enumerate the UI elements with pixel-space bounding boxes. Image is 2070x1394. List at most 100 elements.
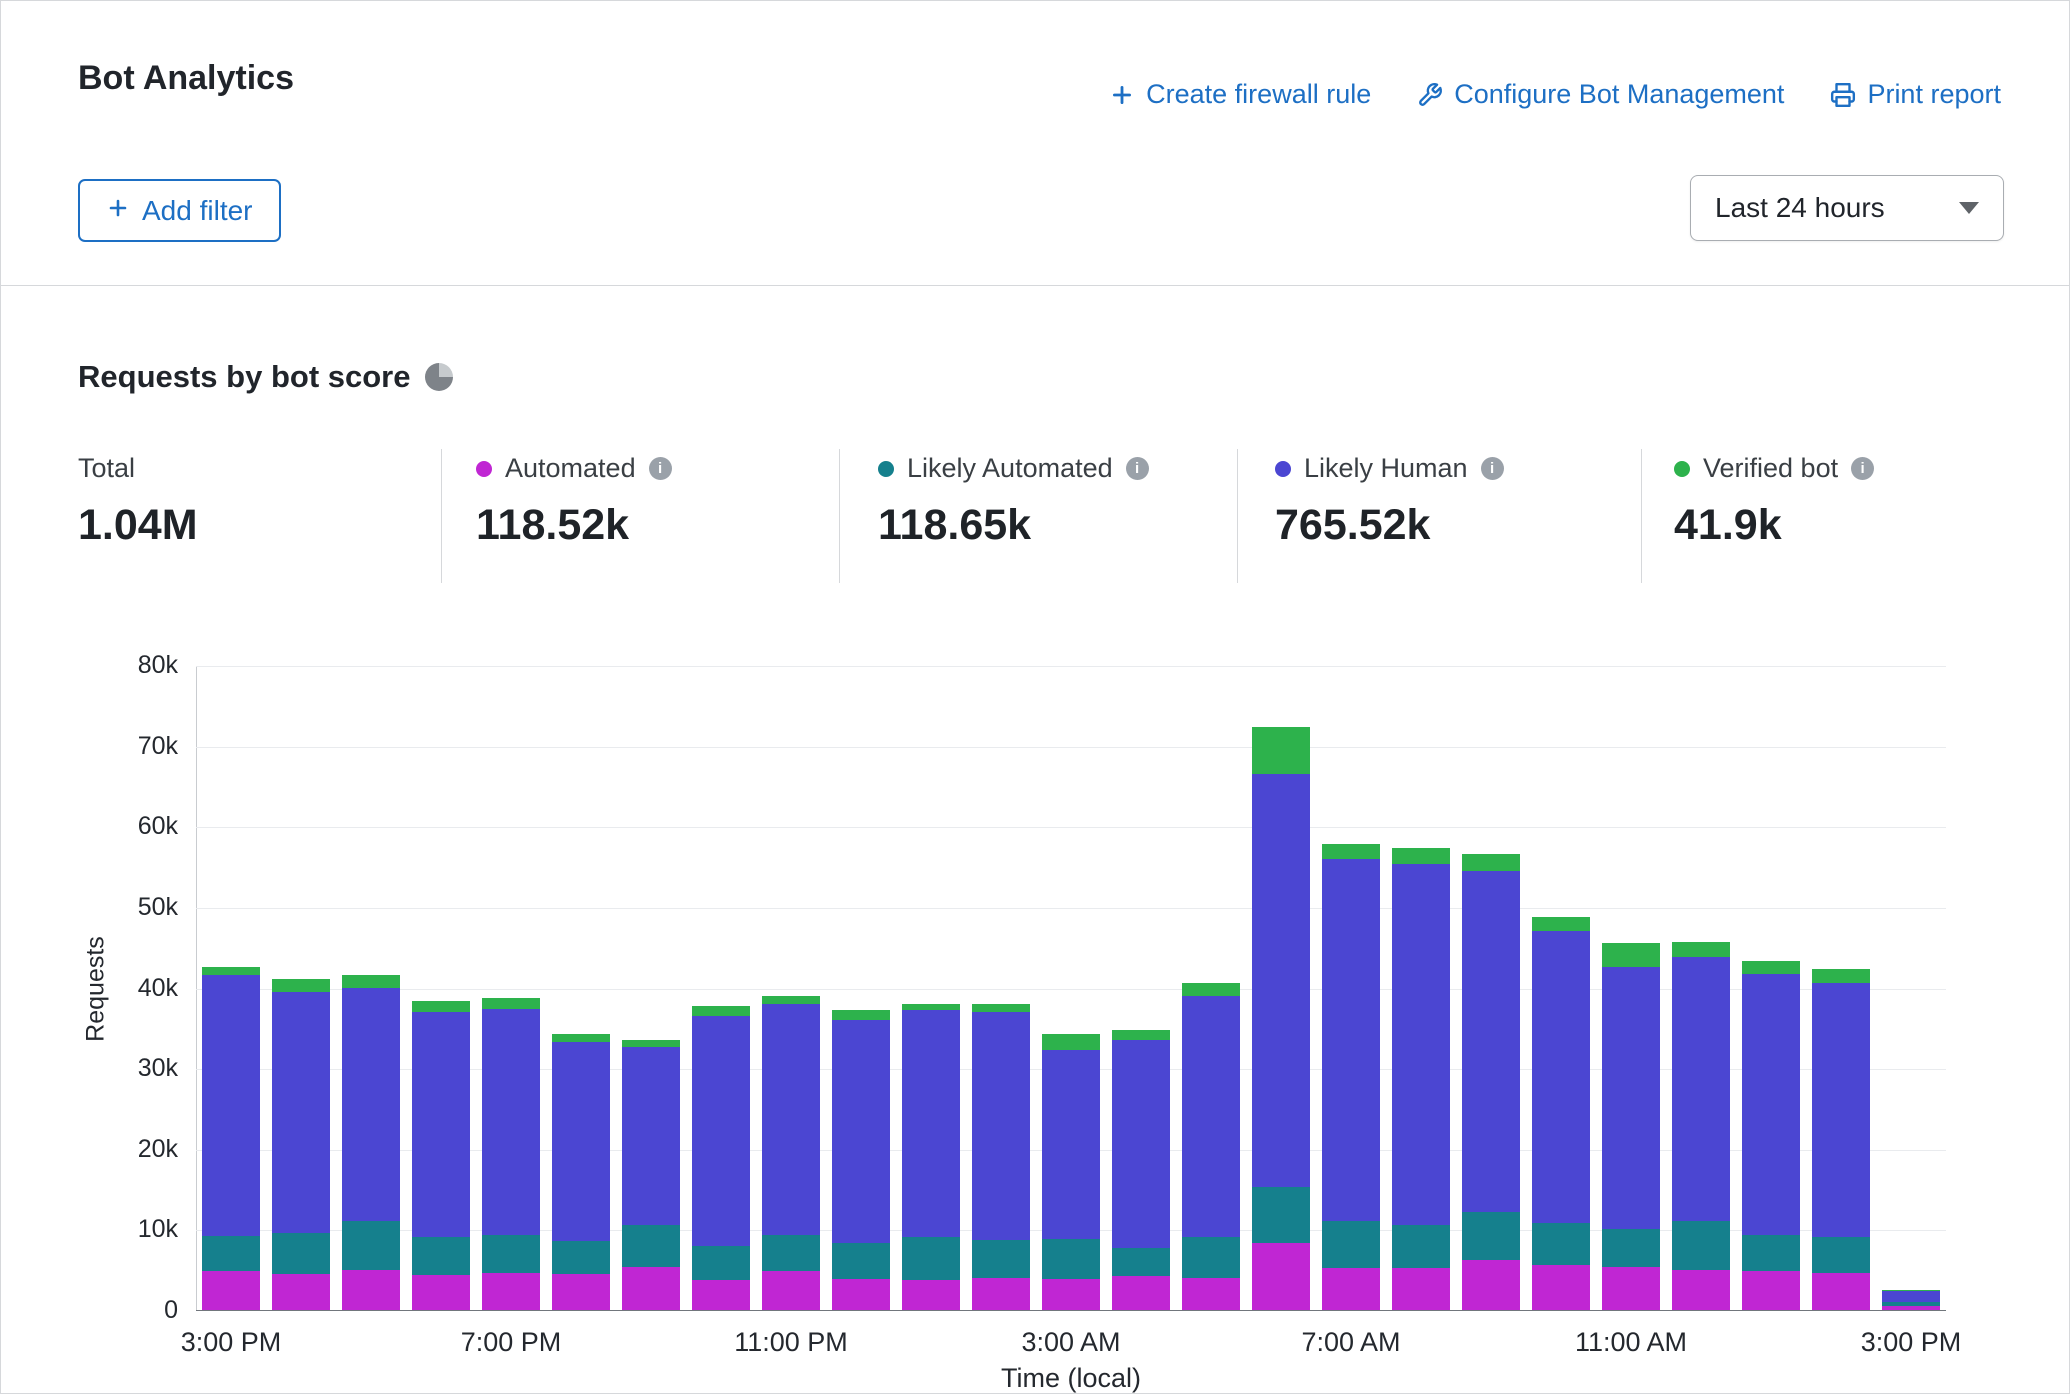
bar-segment-automated[interactable] [1812,1273,1870,1310]
bar-segment-likely-human[interactable] [692,1016,750,1246]
bar-segment-likely-automated[interactable] [272,1233,330,1273]
bar-segment-likely-automated[interactable] [902,1237,960,1280]
bar-segment-verified-bot[interactable] [1182,983,1240,995]
bar-segment-likely-automated[interactable] [972,1240,1030,1278]
bar-segment-automated[interactable] [1602,1267,1660,1310]
stacked-bar[interactable] [1252,727,1310,1310]
stacked-bar[interactable] [552,1034,610,1310]
bar-segment-automated[interactable] [1882,1306,1940,1310]
bar-segment-automated[interactable] [1182,1278,1240,1310]
bar-segment-automated[interactable] [1322,1268,1380,1310]
bar-segment-automated[interactable] [552,1274,610,1310]
bar-segment-verified-bot[interactable] [692,1006,750,1016]
bar-segment-automated[interactable] [1112,1276,1170,1310]
time-range-dropdown[interactable]: Last 24 hours [1690,175,2004,241]
stacked-bar[interactable] [762,996,820,1310]
configure-bot-management-link[interactable]: Configure Bot Management [1417,79,1784,110]
bar-segment-likely-automated[interactable] [1322,1221,1380,1268]
bar-segment-automated[interactable] [692,1280,750,1310]
bar-segment-likely-human[interactable] [552,1042,610,1240]
bar-segment-likely-human[interactable] [342,988,400,1222]
stacked-bar[interactable] [342,975,400,1310]
bar-segment-likely-human[interactable] [1112,1040,1170,1248]
bar-segment-verified-bot[interactable] [1392,848,1450,864]
bar-segment-likely-automated[interactable] [762,1235,820,1271]
bar-segment-likely-automated[interactable] [1042,1239,1100,1279]
bar-segment-likely-automated[interactable] [342,1221,400,1269]
bar-segment-verified-bot[interactable] [482,998,540,1009]
bar-segment-likely-human[interactable] [622,1047,680,1225]
bar-segment-likely-automated[interactable] [622,1225,680,1267]
bar-segment-automated[interactable] [1042,1279,1100,1310]
info-icon[interactable] [649,457,672,480]
bar-segment-likely-automated[interactable] [552,1241,610,1274]
bar-segment-likely-human[interactable] [1672,957,1730,1221]
bar-segment-automated[interactable] [622,1267,680,1310]
bar-segment-verified-bot[interactable] [972,1004,1030,1012]
bar-segment-likely-automated[interactable] [1602,1229,1660,1267]
stacked-bar[interactable] [1182,983,1240,1310]
bar-segment-automated[interactable] [1532,1265,1590,1310]
bar-segment-verified-bot[interactable] [202,967,260,975]
bar-segment-likely-human[interactable] [1742,974,1800,1235]
print-report-link[interactable]: Print report [1830,79,2001,110]
stacked-bar[interactable] [272,979,330,1310]
bar-segment-likely-automated[interactable] [1462,1212,1520,1260]
bar-segment-verified-bot[interactable] [1112,1030,1170,1040]
bar-segment-verified-bot[interactable] [412,1001,470,1011]
bar-segment-likely-automated[interactable] [1672,1221,1730,1269]
stacked-bar[interactable] [622,1040,680,1310]
bar-segment-likely-human[interactable] [1462,871,1520,1212]
stacked-bar[interactable] [202,967,260,1310]
bar-segment-likely-human[interactable] [1882,1291,1940,1301]
bar-segment-likely-human[interactable] [1602,967,1660,1229]
bar-segment-verified-bot[interactable] [1042,1034,1100,1050]
bar-segment-verified-bot[interactable] [1252,727,1310,774]
bar-segment-automated[interactable] [832,1279,890,1310]
stacked-bar[interactable] [832,1010,890,1310]
bar-segment-likely-human[interactable] [272,992,330,1234]
create-firewall-rule-link[interactable]: Create firewall rule [1109,79,1371,110]
bar-segment-verified-bot[interactable] [342,975,400,987]
bar-segment-likely-automated[interactable] [692,1246,750,1281]
bar-segment-verified-bot[interactable] [1812,969,1870,984]
bar-segment-verified-bot[interactable] [272,979,330,991]
stacked-bar[interactable] [1392,848,1450,1310]
stacked-bar[interactable] [902,1004,960,1310]
info-icon[interactable] [1851,457,1874,480]
bar-segment-automated[interactable] [482,1273,540,1310]
bar-segment-automated[interactable] [412,1275,470,1310]
bar-segment-automated[interactable] [762,1271,820,1310]
bar-segment-automated[interactable] [972,1278,1030,1310]
bar-segment-automated[interactable] [202,1271,260,1310]
bar-segment-verified-bot[interactable] [1602,943,1660,967]
bar-segment-verified-bot[interactable] [622,1040,680,1047]
stacked-bar[interactable] [1672,942,1730,1310]
bar-segment-automated[interactable] [1392,1268,1450,1310]
bar-segment-likely-automated[interactable] [1392,1225,1450,1268]
bar-segment-automated[interactable] [342,1270,400,1310]
bar-segment-likely-automated[interactable] [1742,1235,1800,1270]
stacked-bar[interactable] [412,1001,470,1310]
bar-segment-likely-automated[interactable] [832,1243,890,1278]
bar-segment-likely-human[interactable] [1322,859,1380,1222]
stacked-bar[interactable] [1042,1034,1100,1310]
stacked-bar[interactable] [1112,1030,1170,1310]
bar-segment-likely-human[interactable] [482,1009,540,1235]
bar-segment-likely-automated[interactable] [412,1237,470,1275]
bar-segment-automated[interactable] [272,1274,330,1310]
bar-segment-verified-bot[interactable] [1672,942,1730,957]
bar-segment-likely-human[interactable] [1182,996,1240,1238]
bar-segment-automated[interactable] [1672,1270,1730,1310]
bar-segment-likely-automated[interactable] [202,1236,260,1271]
info-icon[interactable] [1481,457,1504,480]
stacked-bar[interactable] [482,998,540,1310]
bar-segment-automated[interactable] [1742,1271,1800,1311]
bar-segment-verified-bot[interactable] [762,996,820,1004]
bar-segment-likely-human[interactable] [832,1020,890,1243]
stacked-bar[interactable] [972,1004,1030,1310]
bar-segment-likely-human[interactable] [1042,1050,1100,1239]
stacked-bar[interactable] [1602,943,1660,1310]
bar-segment-likely-automated[interactable] [1182,1237,1240,1277]
bar-segment-likely-human[interactable] [902,1010,960,1237]
